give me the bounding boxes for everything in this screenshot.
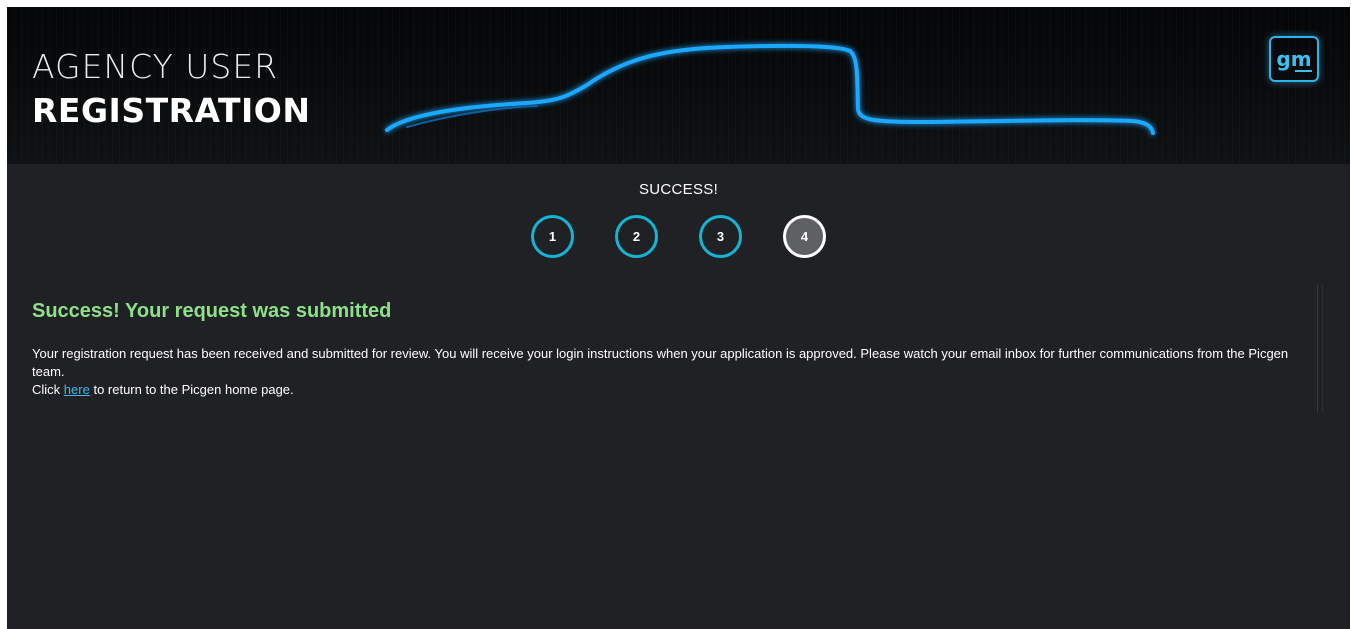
car-outline-icon [385,43,1155,135]
registration-page: AGENCY USER REGISTRATION gm SUCCESS! 1 2… [7,7,1350,629]
gm-logo-text: gm [1276,47,1312,71]
step-3-indicator: 3 [699,215,742,258]
step-3-number: 3 [716,229,725,244]
success-heading: Success! Your request was submitted [32,300,392,322]
step-1-indicator: 1 [531,215,574,258]
step-2-indicator: 2 [615,215,658,258]
step-4-indicator-active: 4 [783,215,826,258]
confirmation-paragraph: Your registration request has been recei… [32,346,1289,379]
gm-logo-icon[interactable]: gm [1269,36,1319,82]
page-title-line1: AGENCY USER [32,47,279,86]
step-4-number: 4 [800,229,809,244]
gm-logo-underline [1295,70,1312,72]
step-2-number: 2 [632,229,641,244]
page-title-line2: REGISTRATION [32,91,311,130]
step-1-number: 1 [548,229,557,244]
return-suffix-text: to return to the Picgen home page. [93,382,294,397]
progress-stepper: 1 2 3 4 [7,215,1350,259]
success-message-panel: Success! Your request was submitted Your… [32,297,1322,399]
home-page-link[interactable]: here [64,382,90,397]
header-banner: AGENCY USER REGISTRATION gm [7,7,1350,164]
return-prefix-text: Click [32,382,61,397]
progress-status-label: SUCCESS! [638,181,719,198]
return-home-line: Click here to return to the Picgen home … [32,381,1302,399]
content-scrollbar[interactable] [1317,285,1323,413]
